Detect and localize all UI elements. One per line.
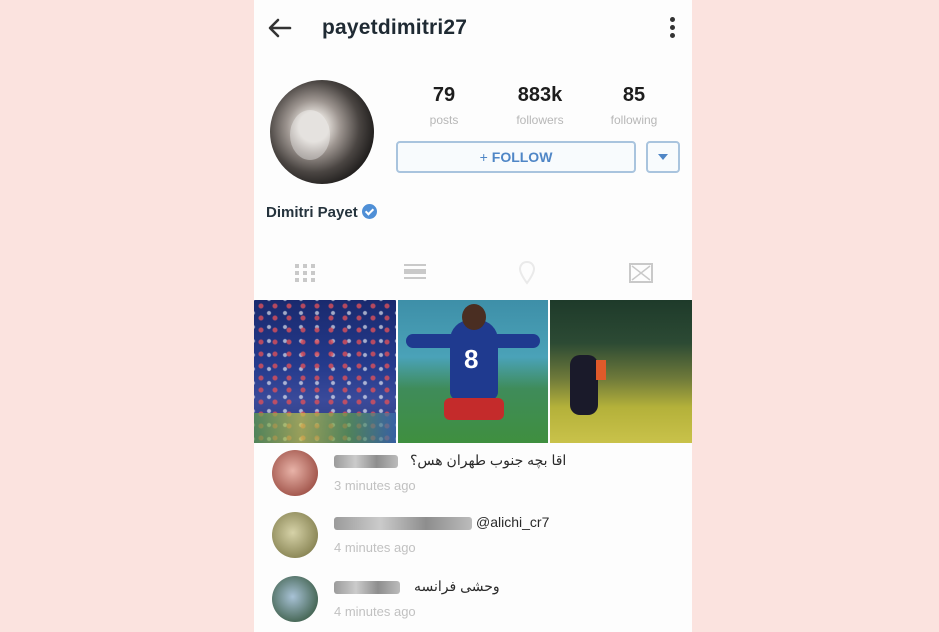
back-arrow-icon[interactable] xyxy=(266,14,294,42)
commenter-avatar[interactable] xyxy=(272,576,318,622)
list-icon[interactable] xyxy=(400,258,430,288)
profile-avatar[interactable] xyxy=(270,80,374,184)
comment-item[interactable]: اقا بچه جنوب طهران هس؟ 3 minutes ago xyxy=(272,446,682,502)
comment-text: وحشی فرانسه xyxy=(414,578,500,594)
commenter-avatar[interactable] xyxy=(272,450,318,496)
verified-badge-icon xyxy=(361,204,377,219)
instagram-profile-screen: payetdimitri27 79 posts 883k followers 8… xyxy=(254,0,692,632)
stat-following-label: following xyxy=(610,113,658,127)
stat-followers[interactable]: 883k followers xyxy=(502,84,578,127)
follow-button-label: FOLLOW xyxy=(491,149,553,165)
tagged-photos-icon[interactable] xyxy=(626,258,656,288)
stat-following[interactable]: 85 following xyxy=(598,84,670,127)
grid-icon[interactable] xyxy=(290,258,320,288)
comment-text: @alichi_cr7 xyxy=(476,514,550,530)
blurred-username xyxy=(334,581,400,594)
comment-text: اقا بچه جنوب طهران هس؟ xyxy=(410,452,567,468)
comment-item[interactable]: وحشی فرانسه 4 minutes ago xyxy=(272,572,682,628)
comment-item[interactable]: @alichi_cr7 4 minutes ago xyxy=(272,508,682,564)
blurred-username xyxy=(334,455,398,468)
more-options-icon[interactable] xyxy=(666,14,678,44)
photo-thumbnail[interactable] xyxy=(550,300,692,443)
follow-button[interactable]: + FOLLOW xyxy=(396,141,636,173)
photo-thumbnail[interactable]: 8 xyxy=(398,300,548,443)
commenter-avatar[interactable] xyxy=(272,512,318,558)
stat-posts-value: 79 xyxy=(432,84,456,106)
profile-full-name: Dimitri Payet xyxy=(266,204,377,221)
photo-thumbnail[interactable] xyxy=(254,300,396,443)
follow-plus-icon: + xyxy=(479,149,488,165)
comment-timestamp: 4 minutes ago xyxy=(334,540,416,555)
comment-timestamp: 3 minutes ago xyxy=(334,478,416,493)
photo-grid: 8 xyxy=(254,300,692,443)
chevron-down-icon xyxy=(658,154,668,160)
stat-followers-value: 883k xyxy=(517,84,563,106)
suggested-dropdown-button[interactable] xyxy=(646,141,680,173)
blurred-username xyxy=(334,517,472,530)
stat-following-value: 85 xyxy=(622,84,646,106)
profile-tabs xyxy=(254,250,692,294)
map-pin-icon[interactable] xyxy=(512,258,542,288)
comment-timestamp: 4 minutes ago xyxy=(334,604,416,619)
stat-followers-label: followers xyxy=(516,113,564,127)
full-name-text: Dimitri Payet xyxy=(266,204,358,221)
profile-username: payetdimitri27 xyxy=(322,16,468,39)
top-bar: payetdimitri27 xyxy=(254,0,692,60)
stat-posts-label: posts xyxy=(429,113,459,127)
stat-posts[interactable]: 79 posts xyxy=(422,84,466,127)
